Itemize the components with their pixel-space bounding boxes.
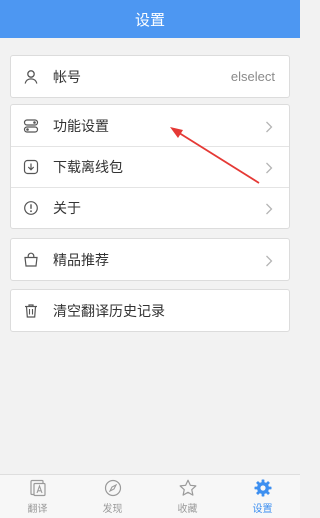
account-group: 帐号 elselect (10, 55, 290, 98)
discover-icon (103, 478, 123, 498)
app-header: 设置 (0, 0, 300, 38)
account-row[interactable]: 帐号 elselect (11, 56, 289, 97)
clear-history-label: 清空翻译历史记录 (53, 302, 165, 319)
translate-icon (28, 478, 48, 498)
feature-settings-row[interactable]: 功能设置 (11, 105, 289, 146)
chevron-right-icon (265, 120, 275, 132)
download-offline-row[interactable]: 下载离线包 (11, 146, 289, 187)
chevron-right-icon (265, 254, 275, 266)
account-value: elselect (230, 69, 275, 84)
tab-favorites[interactable]: 收藏 (150, 475, 225, 518)
about-row[interactable]: 关于 (11, 187, 289, 228)
account-label: 帐号 (53, 68, 81, 85)
trash-icon (23, 303, 39, 319)
about-label: 关于 (53, 200, 81, 216)
tab-settings[interactable]: 设置 (225, 475, 300, 518)
recommend-label: 精品推荐 (53, 251, 109, 268)
clear-history-group: 清空翻译历史记录 (10, 289, 290, 332)
tab-label: 收藏 (177, 504, 198, 515)
info-icon (23, 200, 39, 216)
tab-discover[interactable]: 发现 (75, 475, 150, 518)
toggle-icon (23, 118, 39, 134)
download-icon (23, 159, 39, 175)
user-icon (23, 69, 39, 85)
settings-group: 功能设置 下载离线包 关于 (10, 104, 290, 229)
download-offline-label: 下载离线包 (53, 159, 123, 175)
tab-label: 发现 (102, 504, 123, 515)
tab-label: 翻译 (27, 504, 48, 515)
recommend-row[interactable]: 精品推荐 (11, 239, 289, 280)
page-title: 设置 (134, 11, 165, 29)
chevron-right-icon (265, 202, 275, 215)
clear-history-row[interactable]: 清空翻译历史记录 (11, 290, 289, 331)
tab-translate[interactable]: 翻译 (0, 475, 75, 518)
gear-icon (253, 478, 273, 498)
bottom-tab-bar: 翻译 发现 收藏 设置 (0, 474, 300, 518)
star-icon (178, 478, 198, 498)
recommend-group: 精品推荐 (10, 238, 290, 281)
tab-label: 设置 (252, 504, 273, 515)
chevron-right-icon (265, 161, 275, 174)
feature-settings-label: 功能设置 (53, 117, 109, 134)
bag-icon (23, 252, 39, 268)
